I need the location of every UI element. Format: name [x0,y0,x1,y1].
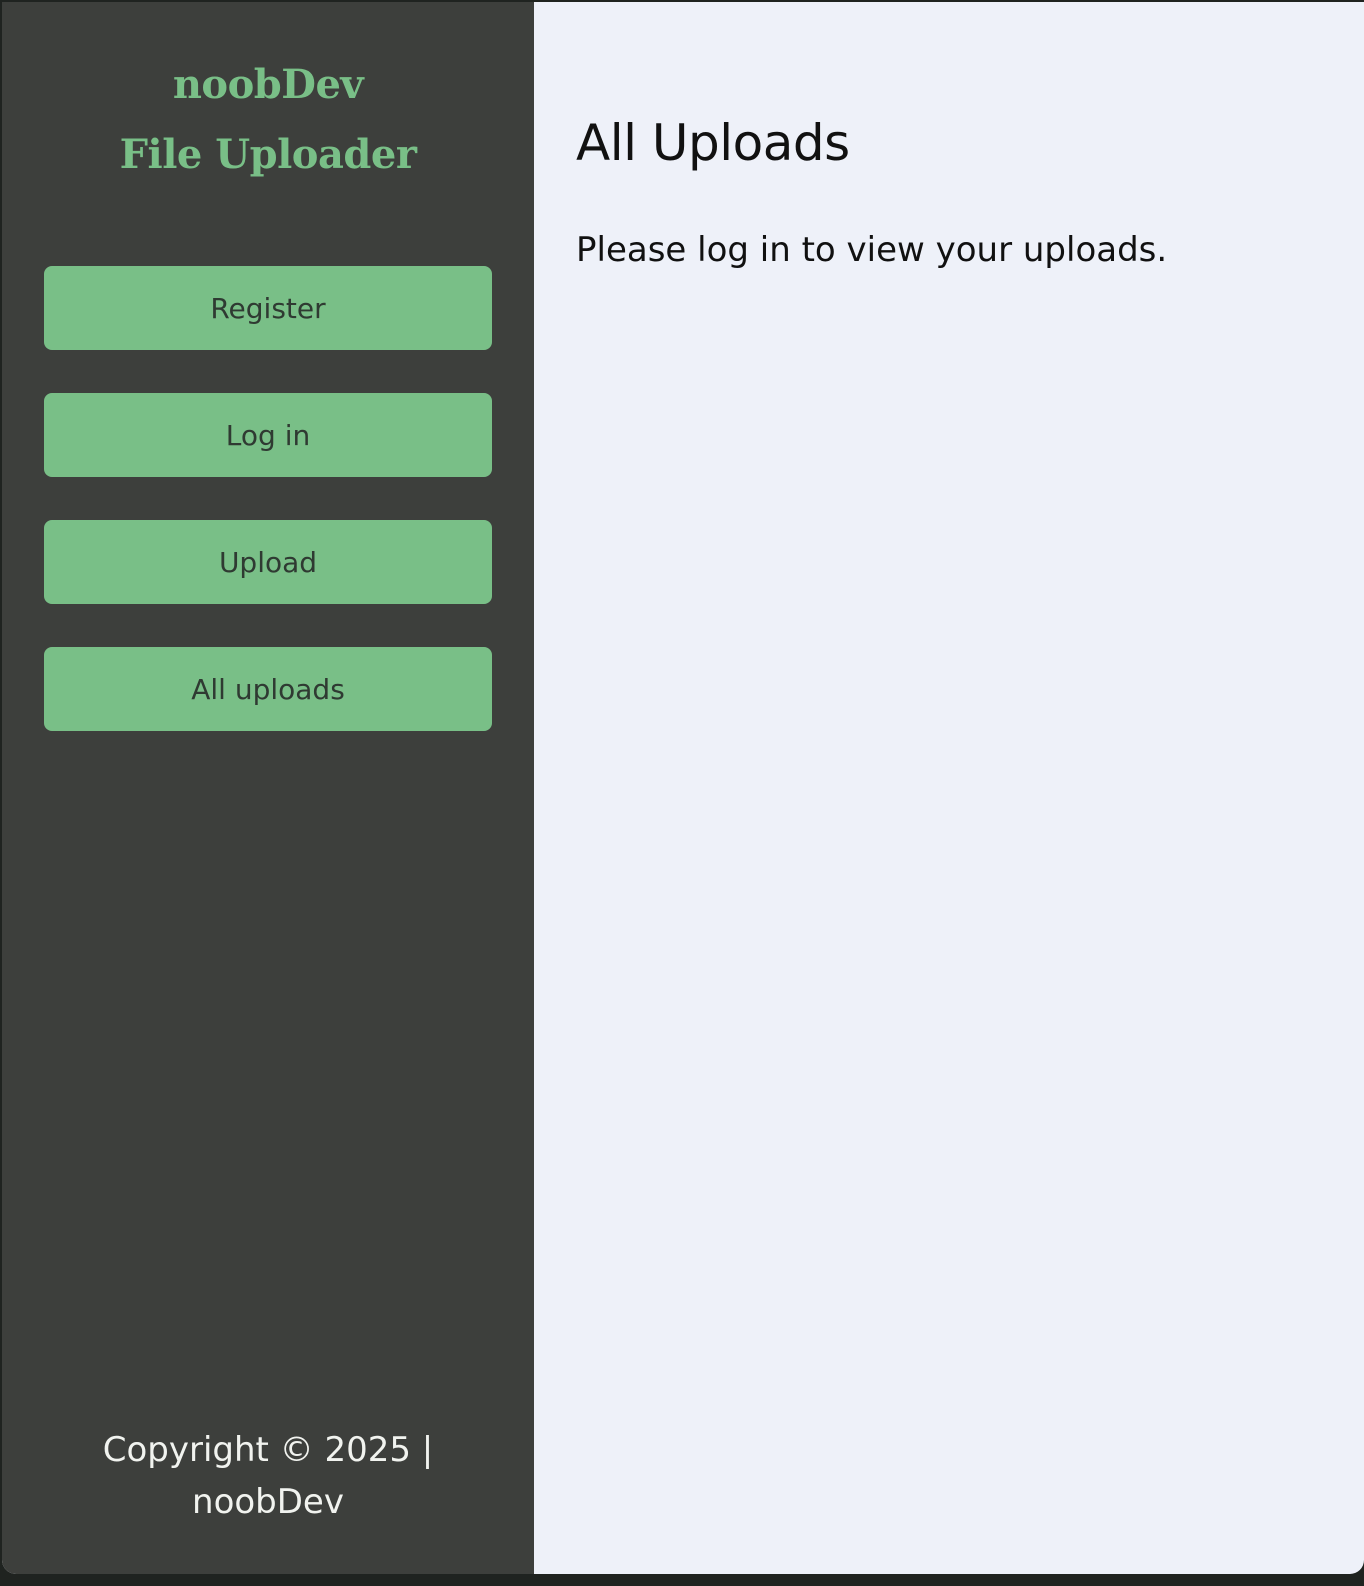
copyright-text: Copyright © 2025 | [102,1430,434,1470]
page-title: All Uploads [576,114,850,172]
sidebar-nav: Register Log in Upload All uploads [44,266,492,774]
login-button[interactable]: Log in [44,393,492,477]
app-window: noobDev File Uploader Register Log in Up… [2,2,1364,1574]
brand-logo: noobDev File Uploader [2,2,534,190]
brand-name: noobDev [172,61,364,108]
login-required-message: Please log in to view your uploads. [576,230,1168,270]
upload-button[interactable]: Upload [44,520,492,604]
copyright-owner: noobDev [192,1482,344,1522]
all-uploads-button[interactable]: All uploads [44,647,492,731]
register-button[interactable]: Register [44,266,492,350]
sidebar: noobDev File Uploader Register Log in Up… [2,2,534,1574]
main-content: All Uploads Please log in to view your u… [534,2,1364,1574]
app-name: File Uploader [119,131,417,178]
footer-copyright: Copyright © 2025 | noobDev [2,1424,534,1528]
